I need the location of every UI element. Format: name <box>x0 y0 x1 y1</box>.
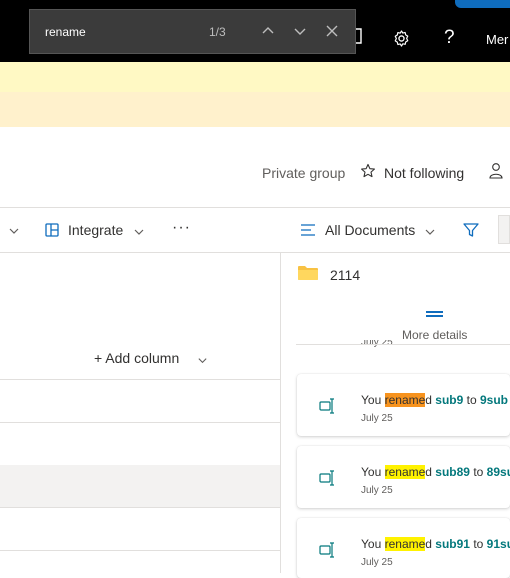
search-highlight: rename <box>384 537 426 551</box>
activity-date: July 25 <box>361 485 393 496</box>
folder-title: 2114 <box>330 267 361 283</box>
pane-divider <box>296 344 510 345</box>
drag-handle[interactable] <box>426 311 443 313</box>
table-row[interactable] <box>0 507 280 508</box>
rename-icon <box>319 398 337 414</box>
activity-connector: to <box>469 465 487 479</box>
activity-text: You renamed sub9 to 9sub <box>361 393 508 407</box>
folder-icon <box>298 266 318 280</box>
rename-icon <box>319 542 337 558</box>
activity-text: You renamed sub89 to 89sub <box>361 465 510 479</box>
notification-banner-secondary <box>0 92 510 127</box>
chevron-down-icon[interactable] <box>8 224 20 236</box>
activity-verb: d <box>425 465 436 479</box>
pane-divider <box>280 253 281 573</box>
item-link[interactable]: 9sub <box>480 393 508 407</box>
activity-verb: d <box>425 537 436 551</box>
person-icon[interactable] <box>488 162 504 180</box>
activity-verb: d <box>425 393 436 407</box>
details-pane-button[interactable] <box>498 215 510 244</box>
notification-banner <box>0 62 510 92</box>
more-details-button[interactable]: More details <box>402 328 467 342</box>
item-link[interactable]: sub9 <box>435 393 463 407</box>
chevron-down-icon[interactable] <box>424 225 436 237</box>
search-highlight-current: rename <box>384 393 426 407</box>
activity-card[interactable]: You renamed sub9 to 9sub July 25 <box>297 374 510 436</box>
view-selector[interactable]: All Documents <box>325 222 415 238</box>
chevron-down-icon[interactable] <box>133 225 145 237</box>
table-row[interactable] <box>0 422 280 423</box>
add-column-button[interactable]: + Add column <box>94 350 179 366</box>
help-icon[interactable]: ? <box>444 27 455 49</box>
table-row[interactable] <box>0 465 280 507</box>
activity-actor: You <box>361 537 385 551</box>
find-input[interactable]: rename <box>45 25 86 39</box>
activity-card[interactable]: You renamed sub89 to 89sub July 25 <box>297 446 510 508</box>
chevron-down-icon[interactable] <box>292 23 308 39</box>
activity-actor: You <box>361 465 385 479</box>
star-icon[interactable] <box>360 163 376 179</box>
settings-icon[interactable] <box>392 29 411 48</box>
top-accent-button[interactable] <box>455 0 510 8</box>
find-bar: rename 1/3 <box>29 9 356 54</box>
activity-text: You renamed sub91 to 91sub <box>361 537 510 551</box>
follow-button[interactable]: Not following <box>384 165 464 181</box>
filter-icon[interactable] <box>462 221 480 239</box>
integrate-icon <box>45 223 59 237</box>
activity-actor: You <box>361 393 385 407</box>
activity-connector: to <box>463 393 480 407</box>
close-icon[interactable] <box>324 23 340 39</box>
item-link[interactable]: 89sub <box>487 465 510 479</box>
item-link[interactable]: sub91 <box>435 537 470 551</box>
header-divider <box>0 207 510 208</box>
rename-icon <box>319 470 337 486</box>
chevron-up-icon[interactable] <box>260 23 276 39</box>
more-options-icon[interactable]: ··· <box>172 219 191 237</box>
integrate-button[interactable]: Integrate <box>68 222 123 238</box>
group-privacy-label: Private group <box>262 165 346 181</box>
item-link[interactable]: sub89 <box>435 465 470 479</box>
table-row[interactable] <box>0 379 280 380</box>
activity-date: July 25 <box>361 557 393 568</box>
command-bar-divider <box>0 252 510 253</box>
find-match-count: 1/3 <box>209 25 226 39</box>
item-link[interactable]: 91sub <box>487 537 510 551</box>
search-highlight: rename <box>384 465 426 479</box>
user-name[interactable]: Mer <box>486 32 508 47</box>
activity-connector: to <box>469 537 487 551</box>
activity-card[interactable]: You renamed sub91 to 91sub July 25 <box>297 518 510 578</box>
activity-date: July 25 <box>361 413 393 424</box>
list-view-icon <box>300 223 316 237</box>
chevron-down-icon[interactable] <box>197 353 208 364</box>
table-row[interactable] <box>0 550 280 551</box>
